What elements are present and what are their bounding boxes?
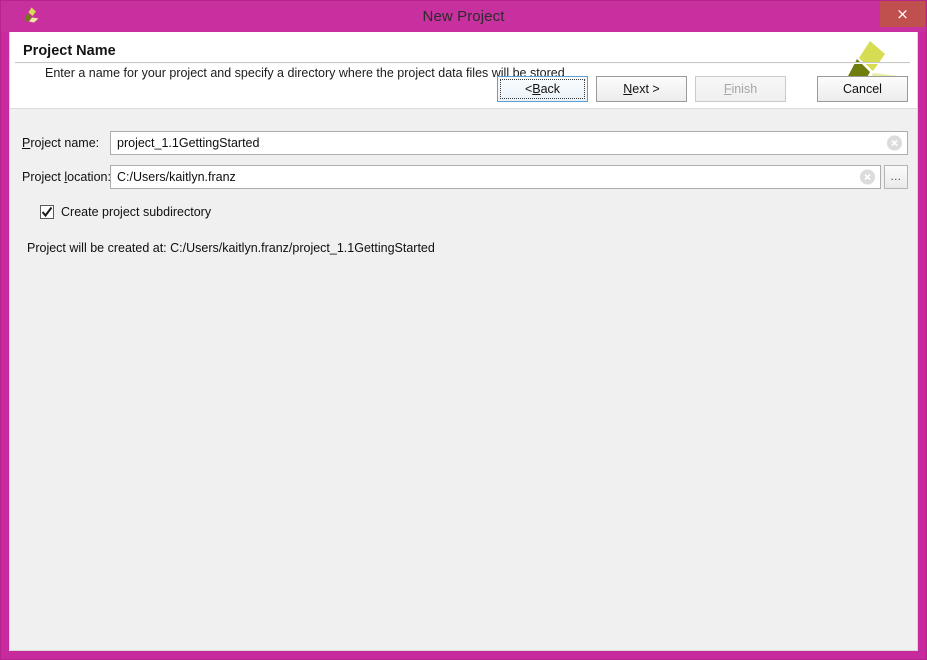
next-button[interactable]: Next >	[596, 76, 687, 102]
project-location-row: Project location: C:/Users/kaitlyn.franz…	[10, 165, 917, 189]
create-subdirectory-checkbox-row[interactable]: Create project subdirectory	[10, 205, 211, 219]
project-path-status-text: Project will be created at: C:/Users/kai…	[27, 241, 435, 255]
project-location-label-text: ocation:	[67, 170, 111, 184]
create-subdirectory-label: Create project subdirectory	[61, 205, 212, 219]
finish-button-label: inish	[731, 82, 758, 96]
project-name-input-wrap[interactable]: project_1.1GettingStarted	[110, 131, 908, 155]
back-button-label: ack	[540, 82, 561, 96]
project-location-label: Project location:	[10, 170, 111, 184]
browse-directory-button[interactable]: ...	[884, 165, 908, 189]
title-bar[interactable]: New Project ×	[1, 1, 926, 32]
project-location-label-pre: Project	[22, 170, 65, 184]
vivado-logo-icon	[19, 5, 43, 29]
back-button-pre: <	[524, 82, 533, 96]
project-name-input[interactable]: project_1.1GettingStarted	[111, 132, 907, 154]
back-button-mnemonic: B	[532, 82, 541, 96]
close-button[interactable]: ×	[880, 1, 925, 27]
project-location-input-wrap[interactable]: C:/Users/kaitlyn.franz	[110, 165, 881, 189]
footer-separator	[15, 62, 910, 64]
next-button-mnemonic: N	[623, 82, 633, 96]
cancel-button-label: Cancel	[843, 82, 882, 96]
project-location-input[interactable]: C:/Users/kaitlyn.franz	[111, 166, 880, 188]
create-subdirectory-checkbox[interactable]	[40, 205, 54, 219]
dialog-client-area: Project Name Enter a name for your proje…	[9, 32, 918, 651]
window-title: New Project	[422, 8, 505, 25]
new-project-dialog-window: New Project × Project Name Enter a name …	[0, 0, 927, 660]
next-button-label: ext >	[632, 82, 660, 96]
project-name-label-text: roject name:	[30, 136, 100, 150]
dialog-body: Project name: project_1.1GettingStarted …	[10, 62, 917, 650]
clear-circle-icon[interactable]	[887, 135, 902, 151]
project-name-label: Project name:	[10, 136, 110, 150]
back-button[interactable]: < Back	[497, 76, 588, 102]
finish-button: Finish	[695, 76, 786, 102]
finish-button-mnemonic: F	[723, 82, 732, 96]
cancel-button[interactable]: Cancel	[817, 76, 908, 102]
dialog-button-bar: < Back Next > Finish Cancel	[497, 76, 908, 102]
clear-circle-icon[interactable]	[860, 169, 875, 185]
project-name-row: Project name: project_1.1GettingStarted	[10, 131, 917, 155]
page-subtitle: Enter a name for your project and specif…	[45, 66, 565, 80]
page-title: Project Name	[23, 43, 116, 59]
